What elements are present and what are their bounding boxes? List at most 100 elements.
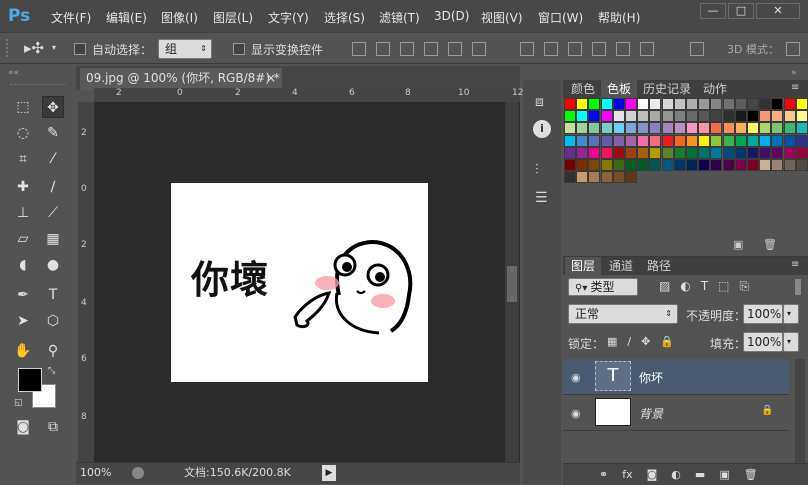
fill-field[interactable]: 100% [743, 332, 783, 352]
color-swatch[interactable] [661, 122, 674, 135]
color-swatch[interactable] [612, 98, 625, 110]
color-swatch[interactable] [710, 146, 723, 159]
status-menu-arrow-icon[interactable]: ▶ [322, 465, 336, 481]
color-swatch[interactable] [600, 98, 613, 110]
type-tool-icon[interactable]: T [42, 284, 64, 306]
smart-object-filter-icon[interactable]: ⎘ [740, 279, 750, 294]
color-swatch[interactable] [637, 146, 650, 159]
document-canvas[interactable]: 你壞 [171, 183, 428, 382]
color-swatch[interactable] [637, 159, 650, 171]
color-swatch[interactable] [795, 134, 808, 147]
color-swatch[interactable] [625, 122, 637, 135]
close-window-button[interactable]: ✕ [756, 3, 800, 19]
color-swatch[interactable] [625, 159, 637, 171]
maximize-button[interactable]: □ [728, 3, 754, 19]
color-swatch[interactable] [649, 146, 662, 159]
auto-select-dropdown[interactable]: 组 ⇕ [158, 39, 212, 59]
panel-menu-icon[interactable]: ≡ [791, 82, 799, 93]
fx-icon[interactable]: fx [622, 468, 632, 481]
color-swatch[interactable] [747, 134, 759, 147]
vertical-scrollbar[interactable] [505, 102, 519, 462]
panel-menu-icon[interactable]: ≡ [791, 259, 799, 270]
layer-kind-filter[interactable]: ⚲▾ 类型 [568, 278, 638, 296]
status-info-icon[interactable] [132, 467, 144, 479]
color-swatch[interactable] [771, 159, 784, 171]
tab-color[interactable]: 颜色 [565, 80, 601, 98]
color-swatch[interactable] [771, 134, 784, 147]
color-swatch[interactable] [722, 122, 735, 135]
color-swatch[interactable] [734, 98, 747, 110]
color-swatch[interactable] [698, 110, 711, 123]
color-swatch[interactable] [759, 146, 772, 159]
menu-filter[interactable]: 滤镜(T) [379, 9, 420, 26]
color-swatch[interactable] [649, 134, 662, 147]
distribute-top-icon[interactable] [520, 42, 534, 56]
crop-tool-icon[interactable]: ⌗ [12, 148, 34, 170]
color-swatch[interactable] [649, 110, 662, 123]
align-hcenter-icon[interactable] [448, 42, 462, 56]
color-swatch[interactable] [698, 122, 711, 135]
tab-paths[interactable]: 路径 [641, 257, 677, 275]
menu-3d[interactable]: 3D(D) [434, 9, 469, 23]
color-swatch[interactable] [771, 146, 784, 159]
visibility-eye-icon[interactable]: ◉ [571, 407, 581, 420]
color-swatch[interactable] [564, 122, 576, 135]
3d-rotate-icon[interactable] [786, 42, 800, 56]
color-swatch[interactable] [661, 134, 674, 147]
distribute-bottom-icon[interactable] [568, 42, 582, 56]
show-transform-checkbox[interactable] [233, 43, 245, 55]
color-swatch[interactable] [612, 171, 625, 184]
tab-channels[interactable]: 通道 [603, 257, 639, 275]
color-swatch[interactable] [759, 110, 772, 123]
color-swatch[interactable] [747, 98, 759, 110]
color-swatch[interactable] [747, 146, 759, 159]
color-swatch[interactable] [637, 122, 650, 135]
quick-select-tool-icon[interactable]: ✎ [42, 122, 64, 144]
color-swatch[interactable] [698, 159, 711, 171]
color-swatch[interactable] [661, 159, 674, 171]
color-swatch[interactable] [698, 146, 711, 159]
align-left-icon[interactable] [424, 42, 438, 56]
color-swatch[interactable] [698, 98, 711, 110]
color-swatch[interactable] [588, 171, 601, 184]
color-swatch[interactable] [686, 122, 698, 135]
shape-filter-icon[interactable]: ⬚ [718, 279, 729, 294]
filter-toggle[interactable] [795, 279, 801, 295]
color-swatch[interactable] [612, 122, 625, 135]
lock-transparent-icon[interactable]: ▦ [607, 335, 617, 348]
scrollbar-thumb[interactable] [507, 266, 517, 302]
lasso-tool-icon[interactable]: ◌ [12, 122, 34, 144]
color-swatch[interactable] [564, 146, 576, 159]
move-tool-icon[interactable]: ▸✣ [24, 39, 44, 57]
color-swatch[interactable] [722, 98, 735, 110]
color-swatch[interactable] [759, 122, 772, 135]
color-swatch[interactable] [600, 171, 613, 184]
layer-name[interactable]: 背景 [639, 405, 663, 422]
color-swatch[interactable] [576, 159, 589, 171]
close-tab-icon[interactable]: × [266, 68, 276, 88]
info-panel-icon[interactable]: i [533, 120, 551, 138]
3d-panel-icon[interactable]: ⧈ [535, 94, 544, 110]
default-colors-icon[interactable]: ◱ [14, 398, 23, 408]
lock-image-icon[interactable]: ∕ [627, 335, 631, 348]
shape-tool-icon[interactable]: ⬡ [42, 310, 64, 332]
color-swatch[interactable] [783, 98, 796, 110]
align-vcenter-icon[interactable] [376, 42, 390, 56]
color-swatch[interactable] [759, 134, 772, 147]
gradient-tool-icon[interactable]: ▦ [42, 228, 64, 250]
zoom-tool-icon[interactable]: ⚲ [42, 340, 64, 362]
color-swatch[interactable] [625, 98, 637, 110]
clone-stamp-icon[interactable]: ⊥ [12, 202, 34, 224]
healing-brush-icon[interactable]: ✚ [12, 176, 34, 198]
color-swatch[interactable] [795, 122, 808, 135]
swap-colors-icon[interactable]: ⤡ [48, 366, 55, 376]
color-swatch[interactable] [576, 98, 589, 110]
color-swatch[interactable] [576, 146, 589, 159]
type-filter-icon[interactable]: T [701, 279, 708, 294]
color-swatch[interactable] [564, 159, 576, 171]
color-swatch[interactable] [588, 110, 601, 123]
color-swatch[interactable] [588, 134, 601, 147]
color-swatch[interactable] [637, 98, 650, 110]
color-swatch[interactable] [722, 134, 735, 147]
color-swatch[interactable] [734, 146, 747, 159]
